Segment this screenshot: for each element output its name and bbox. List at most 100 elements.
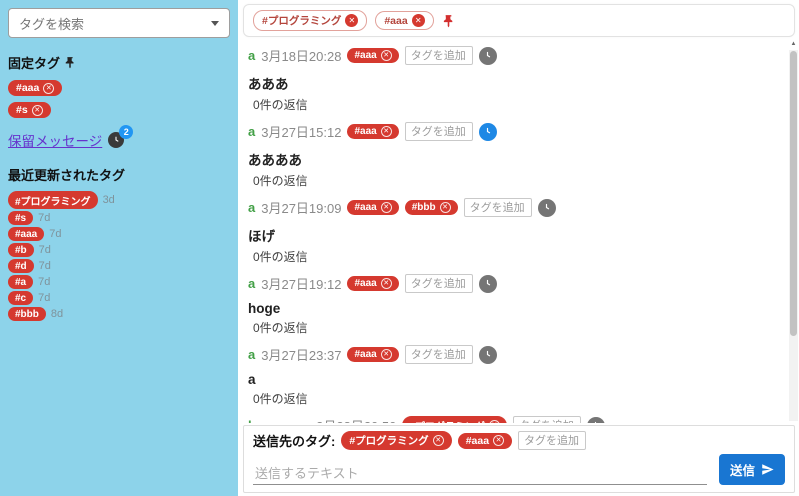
remove-tag-icon[interactable]: [381, 349, 392, 360]
message-tag-label: #bbb: [412, 202, 436, 213]
message-list: a 3月18日20:28 #aaa あああ 0件の返信 a 3月27日15:12: [238, 37, 799, 423]
remove-tag-icon[interactable]: [381, 126, 392, 137]
message-tag-label: #aaa: [354, 349, 376, 360]
message-username[interactable]: kaznumaz: [248, 418, 310, 423]
tag-search-select[interactable]: タグを検索: [8, 8, 230, 38]
remove-tag-icon[interactable]: [32, 105, 43, 116]
message-username[interactable]: a: [248, 48, 255, 63]
composer-tag-label: #aaa: [466, 435, 489, 447]
remove-tag-icon[interactable]: [412, 14, 425, 27]
clock-icon-button[interactable]: [479, 346, 497, 364]
scrollbar-track[interactable]: [789, 50, 798, 421]
composer-tags-row: 送信先のタグ: #プログラミング #aaa: [253, 431, 785, 450]
message-tag-label: #aaa: [354, 126, 376, 137]
message-replies[interactable]: 0件の返信: [248, 390, 783, 407]
message-tag[interactable]: #aaa: [347, 347, 398, 362]
recent-tag-row: #c 7d: [8, 291, 230, 305]
remove-tag-icon[interactable]: [345, 14, 358, 27]
recent-tag[interactable]: #aaa: [8, 227, 44, 241]
pinned-tags-heading-label: 固定タグ: [8, 53, 60, 72]
add-tag-input[interactable]: [405, 274, 473, 293]
clock-icon-button[interactable]: [479, 123, 497, 141]
remove-tag-icon[interactable]: [433, 435, 444, 446]
message-replies[interactable]: 0件の返信: [248, 248, 783, 265]
main-panel: #プログラミング #aaa a 3月18日20:28 #aaa: [238, 0, 799, 496]
add-tag-input[interactable]: [518, 431, 586, 450]
scroll-up-arrow-icon[interactable]: ▲: [789, 39, 798, 49]
filter-tag-label: #aaa: [384, 15, 407, 27]
message-header: kaznumaz 3月28日20:50 #プログラミング: [248, 416, 783, 423]
pending-messages-link[interactable]: 保留メッセージ: [8, 130, 102, 150]
message-date: 3月28日20:50: [316, 416, 396, 423]
add-tag-input[interactable]: [513, 416, 581, 423]
message-tag[interactable]: #bbb: [405, 200, 458, 215]
message-item: a 3月18日20:28 #aaa あああ 0件の返信: [248, 37, 783, 113]
clock-icon-button[interactable]: [479, 275, 497, 293]
message-date: 3月27日23:37: [261, 345, 341, 364]
recent-tag[interactable]: #b: [8, 243, 34, 257]
tag-age: 7d: [38, 276, 50, 288]
message-replies[interactable]: 0件の返信: [248, 319, 783, 336]
message-tag[interactable]: #aaa: [347, 200, 398, 215]
add-tag-input[interactable]: [405, 46, 473, 65]
composer-tag[interactable]: #プログラミング: [341, 431, 451, 450]
add-tag-input[interactable]: [405, 345, 473, 364]
message-header: a 3月18日20:28 #aaa: [248, 46, 783, 65]
pinned-tag-row: #s: [8, 101, 230, 118]
clock-icon-button[interactable]: [538, 199, 556, 217]
sidebar: タグを検索 固定タグ #aaa #s 保留メッセージ 2 最近更新されたタグ #…: [0, 0, 238, 496]
message-username[interactable]: a: [248, 276, 255, 291]
message-tag[interactable]: #aaa: [347, 124, 398, 139]
scrollbar[interactable]: ▲: [789, 39, 798, 421]
message-item: kaznumaz 3月28日20:50 #プログラミング プログラミング最強! …: [248, 407, 783, 423]
composer-tag-label: #プログラミング: [349, 433, 428, 448]
add-tag-input[interactable]: [464, 198, 532, 217]
filter-tag[interactable]: #プログラミング: [253, 10, 367, 31]
tag-age: 3d: [103, 194, 115, 206]
recent-tag[interactable]: #a: [8, 275, 33, 289]
recent-tag[interactable]: #s: [8, 211, 33, 225]
add-tag-input[interactable]: [405, 122, 473, 141]
message-username[interactable]: a: [248, 347, 255, 362]
pinned-tag[interactable]: #s: [8, 102, 51, 118]
remove-tag-icon[interactable]: [440, 202, 451, 213]
tag-search-placeholder: タグを検索: [19, 14, 84, 33]
scrollbar-thumb[interactable]: [790, 51, 797, 336]
recent-tag-row: #aaa 7d: [8, 227, 230, 241]
message-item: a 3月27日19:12 #aaa hoge 0件の返信: [248, 265, 783, 336]
message-body: hoge: [248, 301, 783, 316]
message-replies[interactable]: 0件の返信: [248, 96, 783, 113]
remove-tag-icon[interactable]: [489, 420, 500, 423]
message-tag[interactable]: #aaa: [347, 48, 398, 63]
message-tag[interactable]: #aaa: [347, 276, 398, 291]
message-body: ああああ: [248, 149, 783, 169]
message-header: a 3月27日19:12 #aaa: [248, 274, 783, 293]
app: { "colors": { "sidebar_bg": "#8dd3ea", "…: [0, 0, 799, 496]
message-replies[interactable]: 0件の返信: [248, 172, 783, 189]
filter-tag[interactable]: #aaa: [375, 11, 433, 30]
remove-tag-icon[interactable]: [493, 435, 504, 446]
pinned-tag-label: #s: [16, 104, 28, 116]
recent-tag[interactable]: #プログラミング: [8, 191, 98, 209]
recent-tag[interactable]: #c: [8, 291, 33, 305]
recent-tag[interactable]: #d: [8, 259, 34, 273]
remove-tag-icon[interactable]: [43, 83, 54, 94]
remove-tag-icon[interactable]: [381, 202, 392, 213]
message-username[interactable]: a: [248, 200, 255, 215]
message-text-input[interactable]: [253, 463, 707, 485]
message-date: 3月27日19:09: [261, 198, 341, 217]
pin-icon[interactable]: [442, 14, 455, 28]
send-button[interactable]: 送信: [719, 454, 785, 485]
pinned-tag[interactable]: #aaa: [8, 80, 62, 96]
clock-icon-button[interactable]: [479, 47, 497, 65]
clock-icon-button[interactable]: [587, 417, 605, 424]
message-tag[interactable]: #プログラミング: [402, 416, 507, 423]
message-username[interactable]: a: [248, 124, 255, 139]
remove-tag-icon[interactable]: [381, 50, 392, 61]
remove-tag-icon[interactable]: [381, 278, 392, 289]
message-tag-label: #aaa: [354, 278, 376, 289]
composer-input-row: 送信: [253, 454, 785, 485]
recent-tag-row: #bbb 8d: [8, 307, 230, 321]
composer-tag[interactable]: #aaa: [458, 433, 512, 449]
recent-tag[interactable]: #bbb: [8, 307, 46, 321]
